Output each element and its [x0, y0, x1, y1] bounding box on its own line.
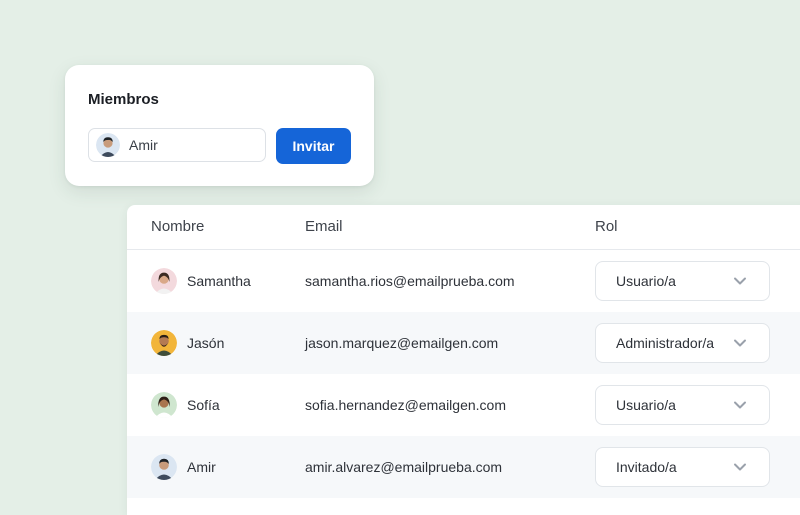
member-name-cell: Samantha [151, 250, 251, 312]
role-select[interactable]: Invitado/a [595, 447, 770, 487]
column-header-email: Email [305, 218, 343, 235]
avatar-icon [151, 392, 177, 418]
member-email: sofia.hernandez@emailgen.com [305, 397, 506, 413]
role-select-value: Usuario/a [616, 273, 676, 289]
member-name: Sofía [187, 397, 220, 413]
role-select[interactable]: Usuario/a [595, 261, 770, 301]
invite-input-value: Amir [129, 137, 158, 153]
role-select-value: Invitado/a [616, 459, 677, 475]
table-row: Samantha samantha.rios@emailprueba.com U… [127, 250, 800, 312]
member-name: Amir [187, 459, 216, 475]
chevron-down-icon [734, 277, 746, 285]
avatar-icon [151, 330, 177, 356]
column-header-name: Nombre [151, 218, 205, 235]
role-select[interactable]: Administrador/a [595, 323, 770, 363]
member-name: Samantha [187, 273, 251, 289]
column-header-role: Rol [595, 218, 618, 235]
members-table: Nombre Email Rol Samantha samantha.rios@… [127, 205, 800, 515]
table-row: Jasón jason.marquez@emailgen.com Adminis… [127, 312, 800, 374]
member-email: samantha.rios@emailprueba.com [305, 273, 515, 289]
chevron-down-icon [734, 401, 746, 409]
chevron-down-icon [734, 339, 746, 347]
role-select-value: Administrador/a [616, 335, 715, 351]
invite-input[interactable]: Amir [88, 128, 266, 162]
avatar-icon [151, 454, 177, 480]
member-email: amir.alvarez@emailprueba.com [305, 459, 503, 475]
role-select-value: Usuario/a [616, 397, 676, 413]
avatar-icon [96, 133, 120, 157]
chevron-down-icon [734, 463, 746, 471]
table-header: Nombre Email Rol [127, 205, 800, 250]
member-name-cell: Sofía [151, 374, 220, 436]
invite-card: Miembros Amir Invitar [65, 65, 374, 186]
member-name-cell: Jasón [151, 312, 224, 374]
member-name: Jasón [187, 335, 225, 351]
table-row: Sofía sofia.hernandez@emailgen.com Usuar… [127, 374, 800, 436]
invite-button[interactable]: Invitar [276, 128, 351, 164]
invite-title: Miembros [88, 91, 159, 108]
table-row: Amir amir.alvarez@emailprueba.com Invita… [127, 436, 800, 498]
member-email: jason.marquez@emailgen.com [305, 335, 499, 351]
avatar-icon [151, 268, 177, 294]
member-name-cell: Amir [151, 436, 216, 498]
role-select[interactable]: Usuario/a [595, 385, 770, 425]
